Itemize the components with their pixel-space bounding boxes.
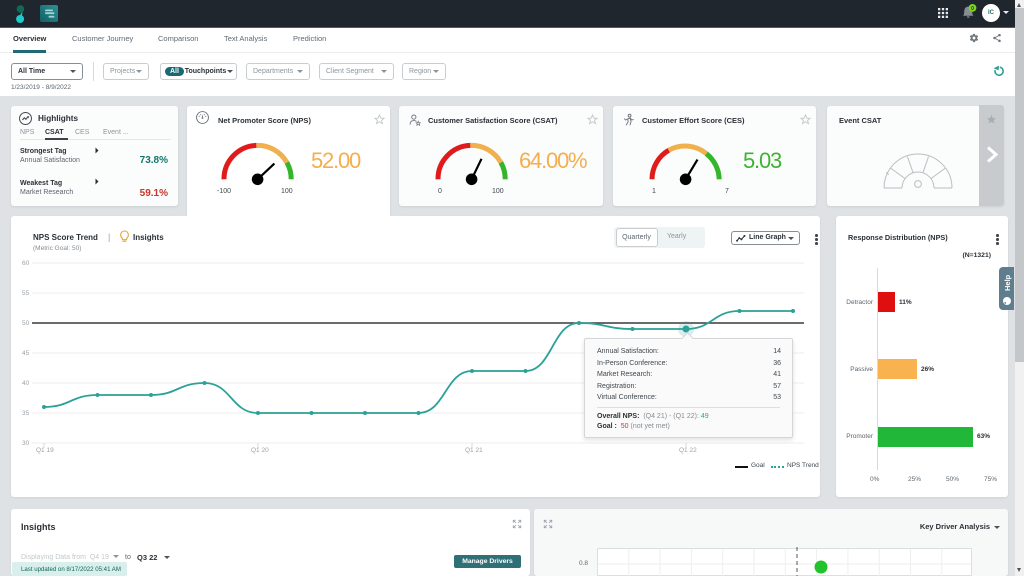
svg-text:0: 0 — [971, 6, 974, 12]
